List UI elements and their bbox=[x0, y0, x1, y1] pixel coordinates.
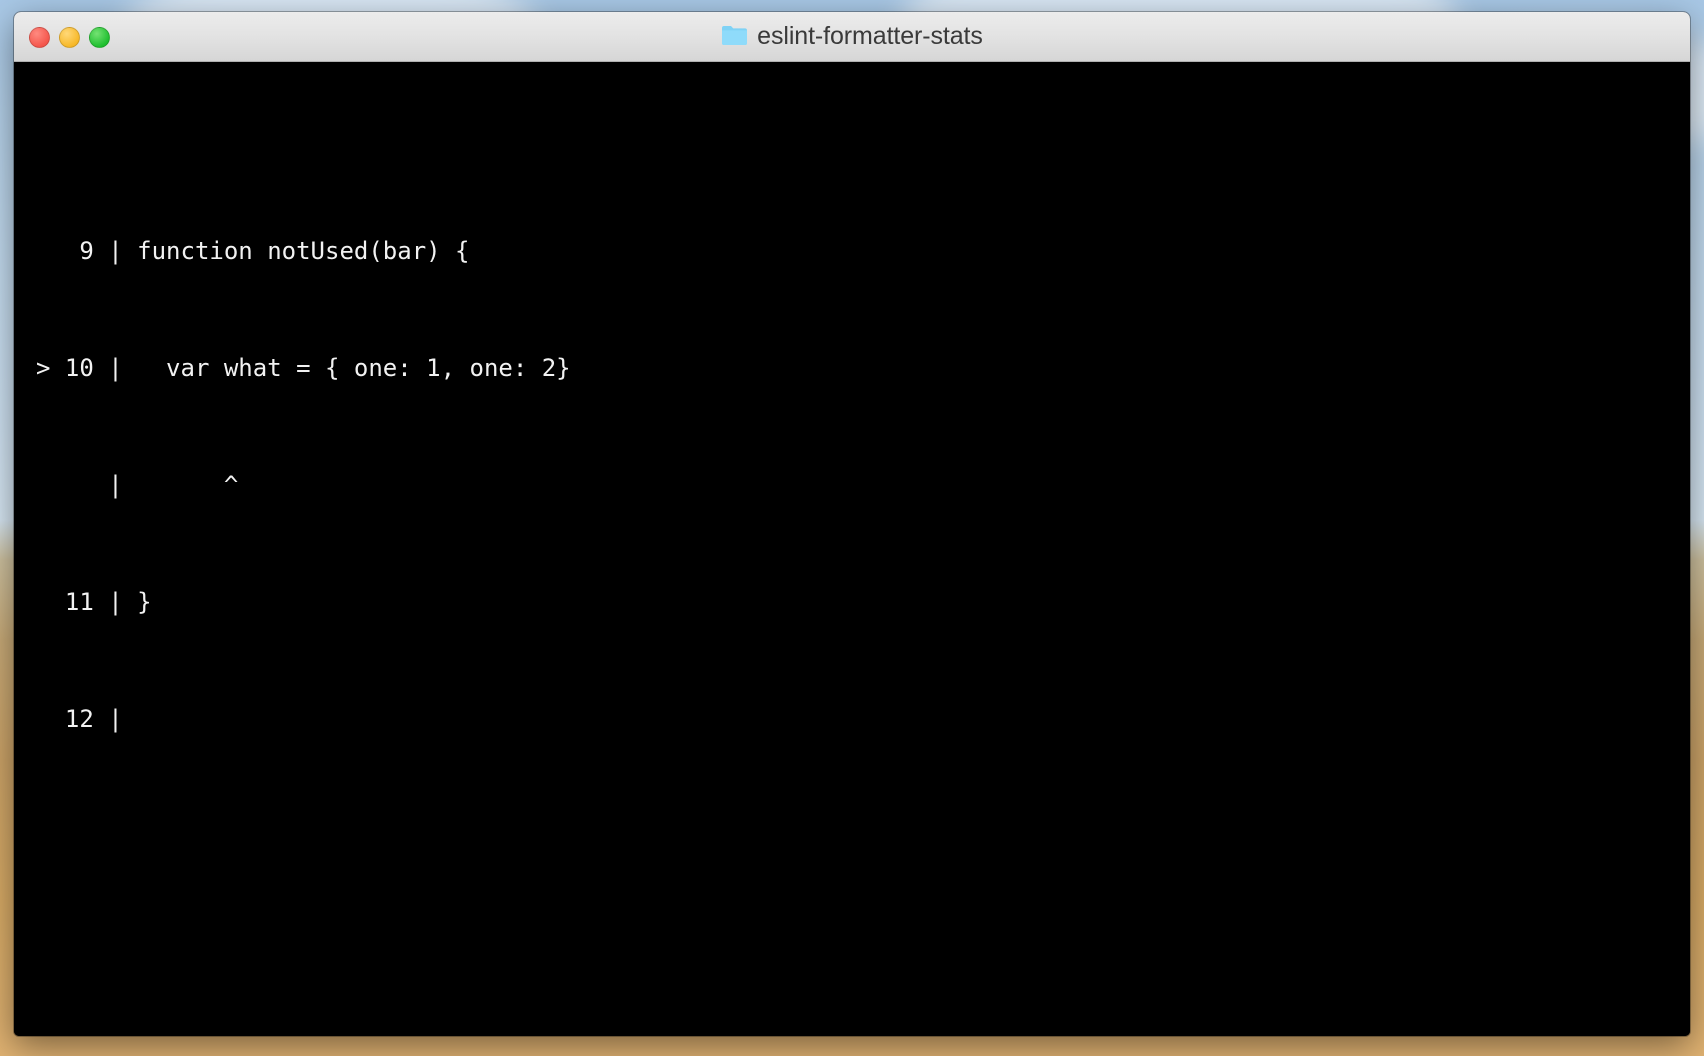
window-title: eslint-formatter-stats bbox=[757, 22, 983, 50]
folder-icon bbox=[721, 24, 748, 50]
line-code: function notUsed(bar) { bbox=[137, 237, 470, 265]
terminal-window: eslint-formatter-stats 9 | function notU… bbox=[14, 12, 1690, 1036]
code-line: 12 | bbox=[36, 700, 1690, 739]
window-controls bbox=[29, 12, 110, 62]
line-gutter: 11 | bbox=[36, 588, 138, 616]
line-code: } bbox=[137, 588, 152, 616]
close-button[interactable] bbox=[29, 26, 50, 48]
minimize-button[interactable] bbox=[59, 26, 80, 48]
window-titlebar: eslint-formatter-stats bbox=[14, 12, 1690, 62]
line-gutter: > 10 | bbox=[36, 354, 138, 382]
code-line: 9 | function notUsed(bar) { bbox=[36, 232, 1690, 271]
terminal-content[interactable]: 9 | function notUsed(bar) { > 10 | var w… bbox=[14, 62, 1690, 1036]
line-code: var what = { one: 1, one: 2} bbox=[137, 354, 571, 382]
maximize-button[interactable] bbox=[89, 26, 110, 48]
code-line: > 10 | var what = { one: 1, one: 2} bbox=[36, 349, 1690, 388]
code-caret-line: | ^ bbox=[36, 466, 1690, 505]
caret-marker: ^ bbox=[137, 471, 239, 499]
line-gutter: 9 | bbox=[36, 237, 138, 265]
desktop-background: eslint-formatter-stats 9 | function notU… bbox=[0, 0, 1704, 1056]
line-gutter: | bbox=[36, 471, 138, 499]
code-line: 11 | } bbox=[36, 583, 1690, 622]
line-gutter: 12 | bbox=[36, 705, 138, 733]
window-title-group: eslint-formatter-stats bbox=[14, 22, 1690, 51]
